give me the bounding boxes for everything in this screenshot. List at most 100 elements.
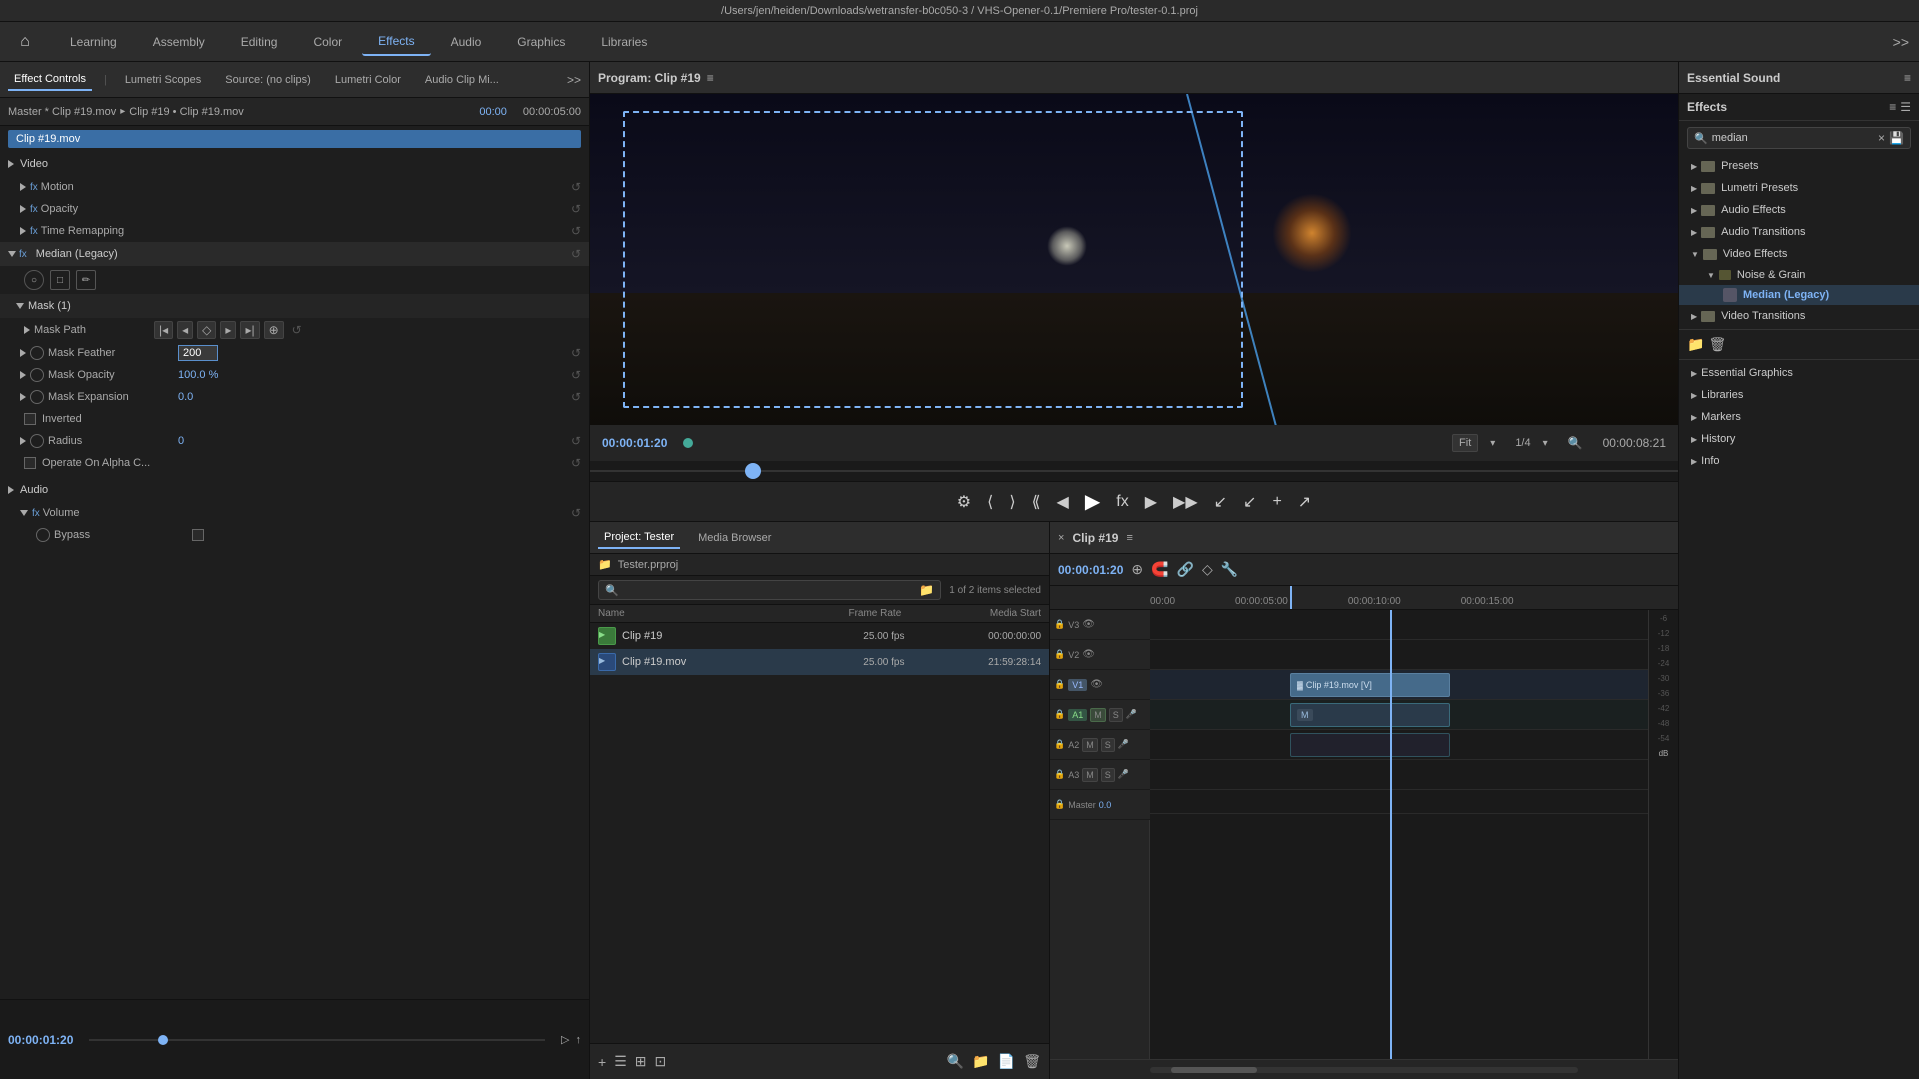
bypass-checkbox[interactable]	[192, 529, 204, 541]
transport-prev-edit[interactable]: ⟪	[1032, 492, 1041, 512]
seq-link[interactable]: 🔗	[1177, 561, 1194, 578]
prop-opacity[interactable]: fx Opacity ↺	[0, 198, 589, 220]
essential-sound-settings[interactable]: ≡	[1904, 71, 1911, 85]
proj-list-view[interactable]: ☰	[614, 1053, 627, 1070]
maskexpand-value[interactable]: 0.0	[178, 391, 193, 403]
mask-header[interactable]: Mask (1)	[0, 294, 589, 318]
seq-scrollbar-thumb[interactable]	[1171, 1067, 1257, 1073]
a3-s-btn[interactable]: S	[1101, 768, 1115, 782]
v1-eye-icon[interactable]: 👁	[1090, 679, 1103, 690]
pen-mask-tool[interactable]: ✏	[76, 270, 96, 290]
nav-tab-effects[interactable]: Effects	[362, 28, 430, 56]
ec-timeline-bar[interactable]	[89, 1039, 545, 1041]
proj-new-item[interactable]: 📄	[998, 1053, 1015, 1070]
a3-m-btn[interactable]: M	[1082, 768, 1098, 782]
prop-motion[interactable]: fx Motion ↺	[0, 176, 589, 198]
proj-freeform-view[interactable]: ⊡	[654, 1053, 666, 1070]
seq-snap[interactable]: 🧲	[1151, 561, 1168, 578]
pm-scrubber[interactable]	[590, 461, 1678, 481]
proj-new-bin[interactable]: +	[598, 1054, 606, 1070]
transport-shuttle[interactable]: ⚙	[957, 492, 971, 512]
clip-row[interactable]: Clip #19.mov	[8, 130, 581, 148]
alpha-reset[interactable]: ↺	[571, 456, 581, 470]
clip-a2[interactable]	[1290, 733, 1450, 757]
tab-project[interactable]: Project: Tester	[598, 527, 680, 549]
section-video[interactable]: Video	[0, 152, 589, 176]
proj-folder-browse[interactable]: 📁	[919, 583, 934, 597]
markers-section[interactable]: ▶ Markers	[1679, 406, 1919, 428]
effects-item-presets[interactable]: ▶ Presets	[1679, 155, 1919, 177]
seq-add-marker[interactable]: ⊕	[1131, 561, 1143, 578]
proj-search-bottom[interactable]: 🔍	[947, 1053, 964, 1070]
prop-volume[interactable]: fx Volume ↺	[0, 502, 589, 524]
maskpath-zoom[interactable]: ⊕	[264, 321, 284, 339]
ec-play-btn[interactable]: ▷	[561, 1033, 569, 1046]
effects-item-video-effects[interactable]: ▼ Video Effects	[1679, 243, 1919, 265]
tab-lumetri-scopes[interactable]: Lumetri Scopes	[119, 70, 207, 90]
essential-graphics-section[interactable]: ▶ Essential Graphics	[1679, 362, 1919, 384]
nav-tab-assembly[interactable]: Assembly	[137, 29, 221, 55]
effects-item-video-transitions[interactable]: ▶ Video Transitions	[1679, 305, 1919, 327]
radius-value[interactable]: 0	[178, 435, 184, 447]
transport-step-back[interactable]: ◀	[1057, 492, 1069, 512]
tab-media-browser[interactable]: Media Browser	[692, 528, 777, 548]
nav-tab-color[interactable]: Color	[297, 29, 358, 55]
a2-s-btn[interactable]: S	[1101, 738, 1115, 752]
tab-source[interactable]: Source: (no clips)	[219, 70, 317, 90]
transport-fx[interactable]: fx	[1116, 493, 1128, 511]
tab-lumetri-color[interactable]: Lumetri Color	[329, 70, 407, 90]
effects-item-lumetri-presets[interactable]: ▶ Lumetri Presets	[1679, 177, 1919, 199]
effects-child-noise-grain[interactable]: ▼ Noise & Grain	[1679, 265, 1919, 285]
effects-settings-icon[interactable]: ≡	[1889, 100, 1896, 114]
volume-reset[interactable]: ↺	[571, 506, 581, 520]
maskexpand-reset[interactable]: ↺	[571, 390, 581, 404]
pm-settings-icon[interactable]: ≡	[707, 71, 714, 85]
seq-wrench[interactable]: 🔧	[1221, 561, 1238, 578]
effects-search-input[interactable]	[1712, 132, 1878, 144]
a1-s-btn[interactable]: S	[1109, 708, 1123, 722]
effects-list-icon[interactable]: ☰	[1900, 100, 1911, 114]
nav-tab-graphics[interactable]: Graphics	[501, 29, 581, 55]
tab-audio-clip[interactable]: Audio Clip Mi...	[419, 70, 505, 90]
transport-mark-in[interactable]: ⟨	[987, 492, 993, 512]
pm-fit-arrow[interactable]: ▾	[1490, 438, 1495, 449]
col-name[interactable]: Name	[598, 608, 820, 619]
maskpath-next[interactable]: ▸	[220, 321, 236, 339]
inverted-checkbox[interactable]	[24, 413, 36, 425]
seq-settings-icon[interactable]: ≡	[1126, 532, 1132, 544]
maskfeather-reset[interactable]: ↺	[571, 346, 581, 360]
nav-more[interactable]: >>	[1893, 34, 1909, 50]
timeremap-reset[interactable]: ↺	[571, 224, 581, 238]
opacity-reset[interactable]: ↺	[571, 202, 581, 216]
a2-m-btn[interactable]: M	[1082, 738, 1098, 752]
v2-eye-icon[interactable]: 👁	[1082, 649, 1095, 660]
transport-export[interactable]: ↗	[1298, 492, 1311, 512]
transport-step-fwd[interactable]: ▶	[1145, 492, 1157, 512]
transport-overlay[interactable]: ↙	[1243, 492, 1256, 512]
maskfeather-input[interactable]	[178, 345, 218, 361]
radius-reset[interactable]: ↺	[571, 434, 581, 448]
libraries-section[interactable]: ▶ Libraries	[1679, 384, 1919, 406]
motion-reset[interactable]: ↺	[571, 180, 581, 194]
rect-mask-tool[interactable]: □	[50, 270, 70, 290]
proj-icon-view[interactable]: ⊞	[635, 1053, 647, 1070]
proj-item-0[interactable]: ▶ Clip #19 25.00 fps 00:00:00:00	[590, 623, 1049, 649]
a3-mic-icon[interactable]: 🎤	[1118, 769, 1129, 780]
maskpath-prev[interactable]: ◂	[177, 321, 193, 339]
transport-add[interactable]: +	[1272, 493, 1281, 511]
prop-time-remap[interactable]: fx Time Remapping ↺	[0, 220, 589, 242]
effects-item-audio-transitions[interactable]: ▶ Audio Transitions	[1679, 221, 1919, 243]
effects-item-audio-effects[interactable]: ▶ Audio Effects	[1679, 199, 1919, 221]
v3-eye-icon[interactable]: 👁	[1082, 619, 1095, 630]
maskpath-keyframe[interactable]: ◇	[197, 321, 216, 339]
nav-tab-audio[interactable]: Audio	[435, 29, 498, 55]
proj-delete[interactable]: 🗑	[1023, 1053, 1041, 1070]
clip-label[interactable]: Clip #19 • Clip #19.mov	[129, 106, 244, 118]
tab-effect-controls[interactable]: Effect Controls	[8, 69, 92, 91]
ec-export-btn[interactable]: ↑	[576, 1034, 582, 1046]
alpha-checkbox[interactable]	[24, 457, 36, 469]
maskpath-reset[interactable]: ↺	[292, 323, 302, 337]
a1-m-btn[interactable]: M	[1090, 708, 1106, 722]
effects-search-clear-btn[interactable]: ×	[1878, 131, 1885, 145]
effects-search-save[interactable]: 💾	[1889, 131, 1904, 145]
